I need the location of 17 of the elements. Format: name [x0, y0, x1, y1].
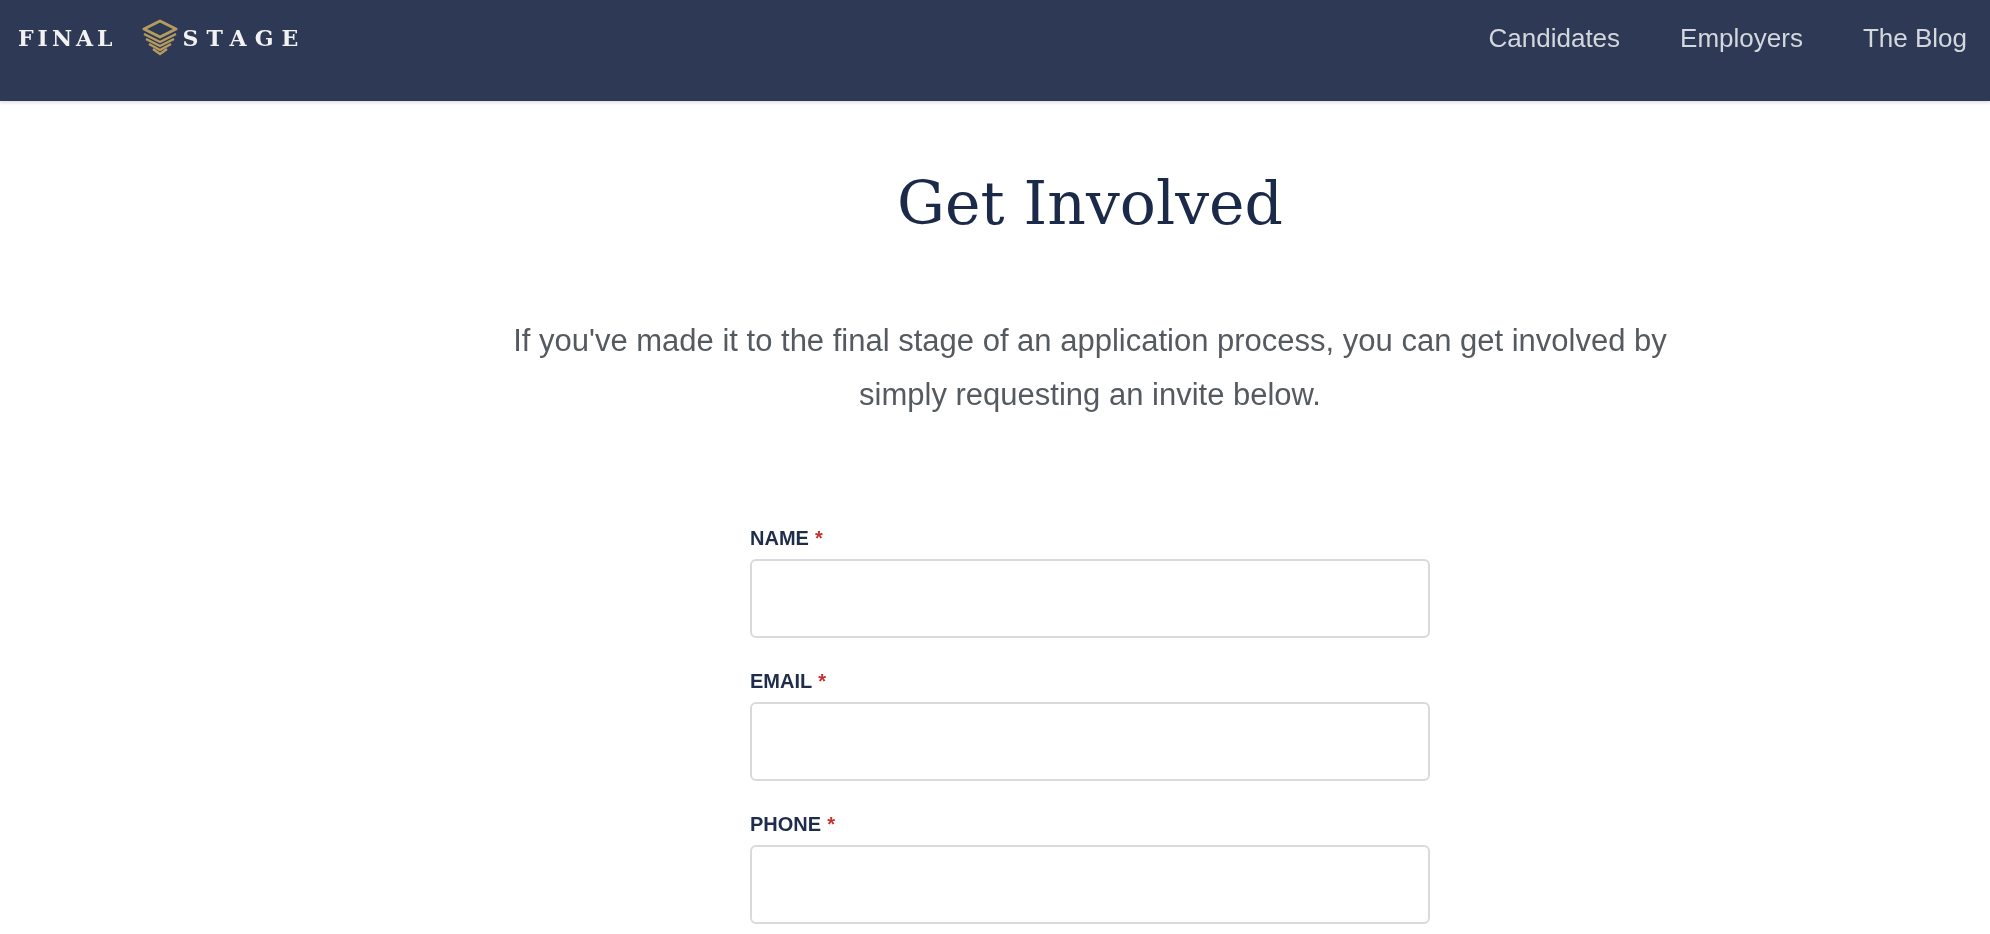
required-mark: * — [827, 813, 835, 835]
field-label: EMAIL — [750, 670, 813, 692]
text-input-field[interactable] — [750, 702, 1430, 781]
intro-paragraph: If you've made it to the final stage of an application process, you can get involved by simply requesting an invite below. — [512, 322, 1668, 414]
logo-text[interactable]: STAGE — [182, 25, 307, 51]
required-mark: * — [818, 670, 826, 692]
text-input-field[interactable] — [750, 559, 1430, 638]
nav-link[interactable]: Employers — [1680, 23, 1803, 53]
required-mark: * — [814, 527, 823, 549]
nav-link[interactable]: Candidates — [1488, 23, 1621, 53]
nav-link[interactable]: The Blog — [1862, 23, 1967, 53]
field-label: PHONE — [750, 813, 822, 835]
text-input-field[interactable] — [750, 845, 1430, 924]
logo-text[interactable]: FINAL — [18, 25, 117, 51]
page-title: Get Involved — [896, 167, 1284, 240]
field-label: NAME — [750, 527, 809, 549]
layered-diamond-icon[interactable] — [140, 19, 179, 57]
